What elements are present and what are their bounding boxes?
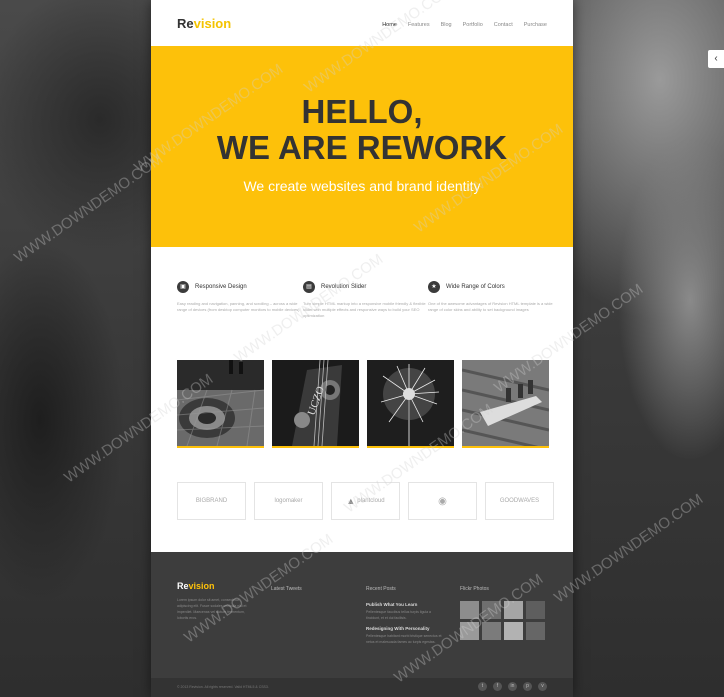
nav-features[interactable]: Features <box>408 22 430 28</box>
footer-tweets-title: Latest Tweets <box>271 586 302 592</box>
site-footer: Revision Lorem ipsum dolor sit amet, con… <box>151 552 573 697</box>
star-icon: ★ <box>428 281 440 293</box>
nav-home[interactable]: Home <box>382 22 397 28</box>
flickr-thumbnails <box>460 601 545 640</box>
nav-portfolio[interactable]: Portfolio <box>463 22 483 28</box>
post-text: Pellentesque habitant morbi tristique se… <box>366 634 442 644</box>
portfolio-photo-dandelion[interactable] <box>367 360 454 448</box>
bird-icon: ◉ <box>438 495 447 507</box>
hero-heading: HELLO, WE ARE REWORK <box>216 93 508 166</box>
partner-logo-plantcloud[interactable]: ▲ plantcloud <box>331 482 400 520</box>
nav-purchase[interactable]: Purchase <box>524 22 547 28</box>
post-text: Pellentesque faucibus tellus turpis ligu… <box>366 610 431 620</box>
monitor-icon: ▣ <box>177 281 189 293</box>
partner-logo-logomaker[interactable]: logomaker <box>254 482 323 520</box>
hero-tagline: We create websites and brand identity <box>243 178 481 194</box>
hero-banner: HELLO, WE ARE REWORK We create websites a… <box>151 46 573 247</box>
portfolio-photo-pavement[interactable] <box>177 360 264 448</box>
footer-posts-title: Recent Posts <box>366 586 396 592</box>
vimeo-icon[interactable]: v <box>538 682 547 691</box>
nav-contact[interactable]: Contact <box>494 22 513 28</box>
facebook-icon[interactable]: f <box>493 682 502 691</box>
flickr-thumb[interactable] <box>460 601 479 619</box>
nav-blog[interactable]: Blog <box>441 22 452 28</box>
partner-logos: BIGBRAND logomaker ▲ plantcloud ◉ GOODWA… <box>177 482 554 520</box>
site-header: Revision Home Features Blog Portfolio Co… <box>151 0 573 46</box>
copyright-text: © 2013 Revision. All rights reserved. Va… <box>177 685 269 689</box>
chevron-left-icon[interactable]: ‹ <box>708 50 724 68</box>
features-section: ▣ Responsive Design Easy reading and nav… <box>151 247 573 357</box>
linkedin-icon[interactable]: in <box>508 682 517 691</box>
website-preview: Revision Home Features Blog Portfolio Co… <box>151 0 573 697</box>
partner-logo-goodwaves[interactable]: GOODWAVES <box>485 482 554 520</box>
partner-logo-bigbrand[interactable]: BIGBRAND <box>177 482 246 520</box>
footer-flickr-title: Flickr Photos <box>460 586 489 592</box>
flickr-thumb[interactable] <box>526 622 545 640</box>
flickr-thumb[interactable] <box>504 601 523 619</box>
portfolio-gallery: UCZO <box>177 360 549 448</box>
flickr-thumb[interactable] <box>482 601 501 619</box>
portfolio-photo-ship[interactable] <box>462 360 549 448</box>
partner-logo-bird[interactable]: ◉ <box>408 482 477 520</box>
portfolio-photo-guitar[interactable]: UCZO <box>272 360 359 448</box>
site-logo[interactable]: Revision <box>177 16 231 31</box>
footer-bottom-bar: © 2013 Revision. All rights reserved. Va… <box>151 678 573 697</box>
footer-about-text: Lorem ipsum dolor sit amet, consectetur … <box>177 598 247 620</box>
flickr-thumb[interactable] <box>504 622 523 640</box>
main-nav: Home Features Blog Portfolio Contact Pur… <box>382 22 547 28</box>
slider-icon: ▤ <box>303 281 315 293</box>
footer-logo[interactable]: Revision <box>177 581 215 591</box>
post-title[interactable]: Publish What You Learn <box>366 602 417 607</box>
twitter-icon[interactable]: t <box>478 682 487 691</box>
flickr-thumb[interactable] <box>526 601 545 619</box>
post-title[interactable]: Redesigning With Personality <box>366 626 429 631</box>
social-links: t f in p v <box>478 682 547 691</box>
pinterest-icon[interactable]: p <box>523 682 532 691</box>
flickr-thumb[interactable] <box>482 622 501 640</box>
tree-icon: ▲ <box>346 496 356 506</box>
flickr-thumb[interactable] <box>460 622 479 640</box>
